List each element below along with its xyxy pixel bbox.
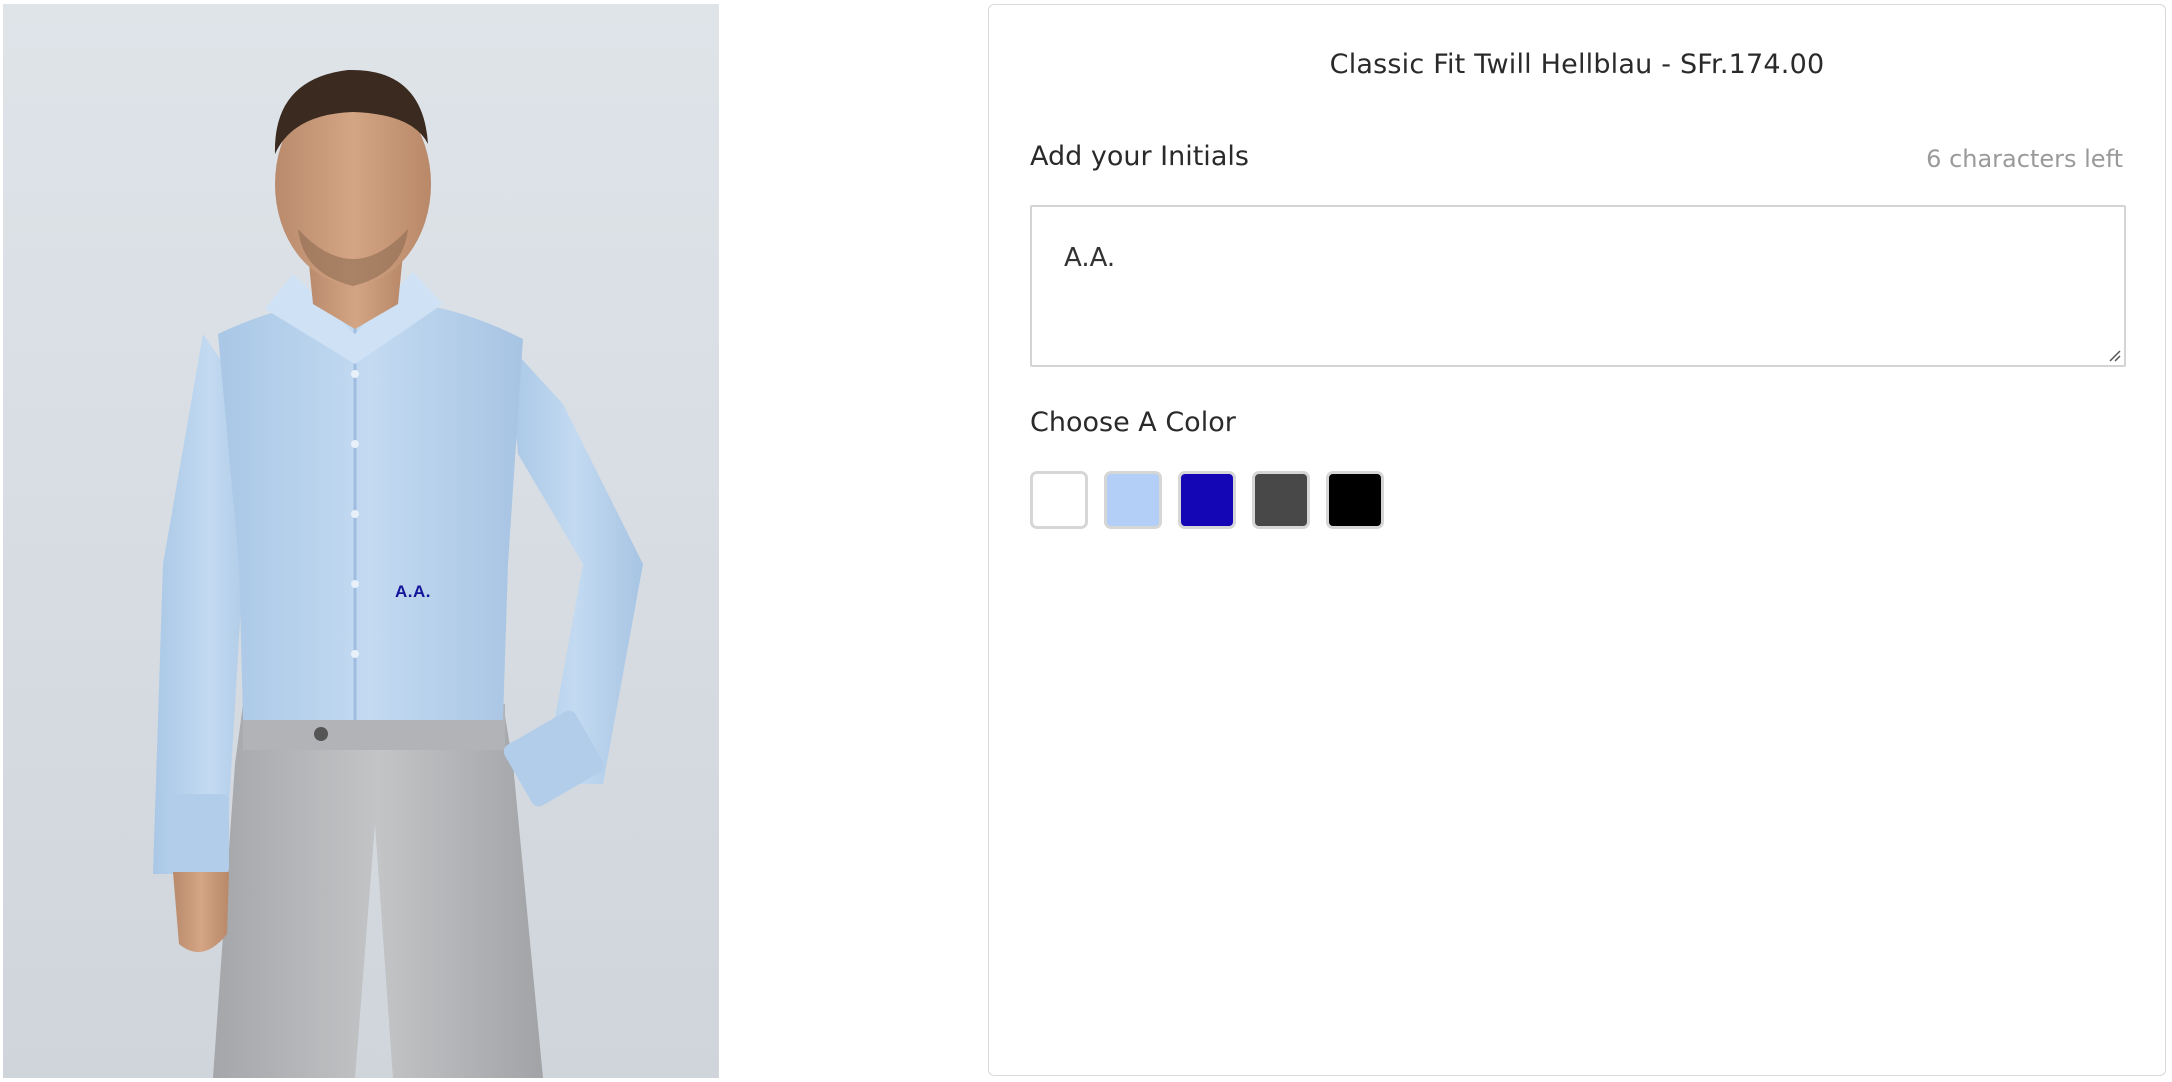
- color-swatch-black[interactable]: [1326, 471, 1384, 529]
- resize-grip-icon[interactable]: [2106, 347, 2122, 363]
- color-swatches: [1030, 471, 1384, 529]
- color-label: Choose A Color: [1030, 407, 1236, 438]
- shirt-model-illustration: [153, 69, 643, 1078]
- monogram-preview: A.A.: [395, 582, 431, 601]
- product-title: Classic Fit Twill Hellblau - SFr.174.00: [1329, 49, 1825, 80]
- initials-value: A.A.: [1064, 243, 1116, 273]
- page: A.A. Classic Fit Twill Hellblau - SFr.17…: [0, 0, 2172, 1082]
- customizer-card: Classic Fit Twill Hellblau - SFr.174.00 …: [988, 4, 2166, 1076]
- characters-left-counter: 6 characters left: [1926, 145, 2123, 173]
- initials-textarea[interactable]: A.A.: [1030, 205, 2126, 367]
- color-swatch-white[interactable]: [1030, 471, 1088, 529]
- color-swatch-dark-grey[interactable]: [1252, 471, 1310, 529]
- initials-label: Add your Initials: [1030, 141, 1249, 172]
- color-swatch-royal-blue[interactable]: [1178, 471, 1236, 529]
- color-swatch-light-blue[interactable]: [1104, 471, 1162, 529]
- product-photo: A.A.: [3, 4, 719, 1078]
